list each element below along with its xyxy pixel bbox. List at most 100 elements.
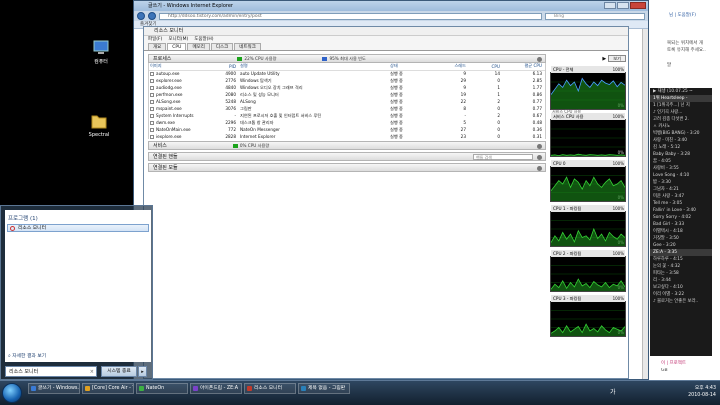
expand-panel-icon[interactable]: ▶ [602,56,606,62]
playlist-item[interactable]: Sorry Sorry - 4:02 [650,214,712,221]
resmon-titlebar[interactable]: 리소스 모니터 [144,27,628,36]
playlist-item[interactable]: 그남자 - 4:21 [650,186,712,193]
playlist-item[interactable]: Baby Baby - 3:28 [650,151,712,158]
column-header[interactable]: 스레드 [419,63,469,71]
playlist-item[interactable]: 거짓말 - 3:50 [650,235,712,242]
playlist-item[interactable]: 이별택시 - 4:18 [650,228,712,235]
taskbar-item[interactable]: 아이폰드립 - ZE:A [190,383,242,394]
taskbar-item[interactable]: 글쓰기 - Windows... [28,383,80,394]
forward-icon[interactable] [148,12,156,20]
playlist-item[interactable]: Bad Girl - 3:33 [650,221,712,228]
clear-icon[interactable]: × [90,367,94,377]
maximize-button[interactable] [617,2,629,9]
taskbar-item[interactable]: 제목 없음 - 그림판 [298,383,350,394]
expand-icon[interactable] [537,144,542,149]
playlist-item[interactable]: 고려 김종 다섯번 2. [650,116,712,123]
table-row[interactable]: ALSong.exe 5248 ALSong 실행 중 22 2 0.77 [149,98,545,105]
taskbar-item[interactable]: 리소스 모니터 [244,383,296,394]
tab-network[interactable]: 네트워크 [234,43,261,50]
playlist-item[interactable]: 밥 - 3:30 [650,179,712,186]
playlist-item[interactable]: 눈의 꽃 - 4:32 [650,263,712,270]
system-clock[interactable]: 오후 4:43 2010-08-14 [688,385,716,399]
start-search-input[interactable]: 리소스 모니터 × [5,366,97,377]
expand-icon[interactable] [537,166,542,171]
column-header[interactable]: 이미지 [149,63,211,71]
search-input[interactable]: Bing [545,12,645,20]
playlist-item[interactable]: 꿈 - 4:05 [650,158,712,165]
playlist-item[interactable]: ZE:A - 3:35 [650,249,712,256]
processes-header[interactable]: 프로세스 22% CPU 사용량 95% 최대 사용 빈도 [148,54,546,63]
more-results-link[interactable]: ⌕ 자세한 결과 보기 [8,352,46,359]
playlist-item[interactable]: Tell me - 3:05 [650,200,712,207]
scrollbar[interactable] [642,29,648,379]
minimize-button[interactable] [604,2,616,9]
playlist-item[interactable]: 보고싶다 - 4:10 [650,284,712,291]
playlist-item[interactable]: 빅뱅(BIG BANG) - 3:20 [650,130,712,137]
url-input[interactable]: http://ddsoo.tistory.com/admin/entry/pos… [159,12,542,20]
playlist-item[interactable]: 하루하루 - 4:15 [650,256,712,263]
playlist-item[interactable]: Fallin' in Love - 3:40 [650,207,712,214]
menu-help[interactable]: 도움말(H) [194,36,213,43]
modules-header[interactable]: 연결된 모듈 [148,163,546,172]
table-row[interactable]: audiodg.exe 4840 Windows 오디오 장치 그래프 격리 실행 중… [149,84,545,91]
tab-disk[interactable]: 디스크 [210,43,234,50]
table-row[interactable]: perfmon.exe 2080 리소스 및 성능 모니터 실행 중 19 1 0.86 [149,91,545,98]
playlist-item[interactable]: ♪ 블로거는 안좋은 보라.. [650,298,712,305]
close-button[interactable] [630,2,646,9]
playlist-item[interactable]: 1 [1위곡주...] 넌 지 [650,102,712,109]
shutdown-button[interactable]: 시스템 종료 [101,366,137,377]
playlist-item[interactable]: 김 노래 - 5:12 [650,144,712,151]
collapse-icon[interactable] [537,57,542,62]
taskbar-item[interactable]: NateOn [136,383,188,394]
playlist-item[interactable]: Gee - 3:20 [650,242,712,249]
playlist-item[interactable]: 리 - 3:44 [650,277,712,284]
row-checkbox[interactable] [150,86,154,90]
ie-titlebar[interactable]: 글쓰기 - Windows Internet Explorer [134,1,648,11]
handle-search-input[interactable]: 핸들 검색 [473,154,533,160]
row-checkbox[interactable] [150,135,154,139]
playlist-item[interactable]: 사랑비 - 3:55 [650,165,712,172]
menu-file[interactable]: 파일(F) [148,36,162,43]
table-row[interactable]: mspaint.exe 3076 그림판 실행 중 8 0 0.77 [149,105,545,112]
result-resource-monitor[interactable]: 리소스 모니터 [7,224,149,232]
tab-memory[interactable]: 메모리 [187,43,210,50]
ad-banner[interactable]: 이 | 프로젝트 [661,360,686,366]
language-indicator[interactable]: 가 [610,387,616,396]
table-row[interactable]: autoup.exe 4900 auto Update Utility 실행 중 9 14… [149,70,545,77]
column-header[interactable]: 평균 CPU [503,63,545,71]
table-row[interactable]: explorer.exe 2776 Windows 탐색기 실행 중 29 0 2.85 [149,77,545,84]
column-header[interactable]: 설명 [239,63,389,71]
playlist-item[interactable]: 1위 Heartsleep - [650,95,712,102]
playlist-item[interactable]: 이리 이별 - 3:22 [650,291,712,298]
playlist-item[interactable]: 사랑 - 미친 - 3:40 [650,137,712,144]
shutdown-options-button[interactable]: ▸ [138,366,147,377]
row-checkbox[interactable] [150,121,154,125]
expand-icon[interactable] [537,155,542,160]
column-header[interactable]: PID [211,63,239,71]
playlist-item[interactable]: 피타는 - 3:58 [650,270,712,277]
row-checkbox[interactable] [150,100,154,104]
desktop-icon-spectral[interactable]: Spectral [84,112,114,138]
table-row[interactable]: iexplore.exe 2828 Internet Explorer 실행 중 23 0… [149,133,545,139]
taskbar-item[interactable]: [Core] Core Air - Tra... [82,383,134,394]
row-checkbox[interactable] [150,93,154,97]
table-row[interactable]: System Interrupts - 지연된 프로시저 호출 및 인터럽트 서비스… [149,112,545,119]
desktop-icon-computer[interactable]: 컴퓨터 [86,40,116,65]
playlist-item[interactable]: ♪ 인기곡 사랑... [650,109,712,116]
column-header[interactable]: CPU [469,63,503,71]
table-row[interactable]: NateOnMain.exe 772 NateOn Messenger 실행 중 27 0… [149,126,545,133]
row-checkbox[interactable] [150,72,154,77]
playlist-item[interactable]: ㅅ 카사노 [650,123,712,130]
tab-overview[interactable]: 개요 [148,43,167,50]
view-button[interactable]: 보기 [608,55,626,62]
menu-monitor[interactable]: 모니터(M) [168,36,188,43]
handles-header[interactable]: 연결된 핸들 핸들 검색 [148,152,546,161]
start-orb-icon[interactable] [2,383,22,403]
back-icon[interactable] [137,12,145,20]
row-checkbox[interactable] [150,128,154,132]
table-row[interactable]: dwm.exe 2296 데스크톱 창 관리자 실행 중 5 0 0.48 [149,119,545,126]
row-checkbox[interactable] [150,114,154,118]
services-header[interactable]: 서비스 0% CPU 사용량 [148,141,546,150]
row-checkbox[interactable] [150,107,154,111]
playlist-item[interactable]: ▶ 재생 (10.07.25 ~ [650,88,712,95]
